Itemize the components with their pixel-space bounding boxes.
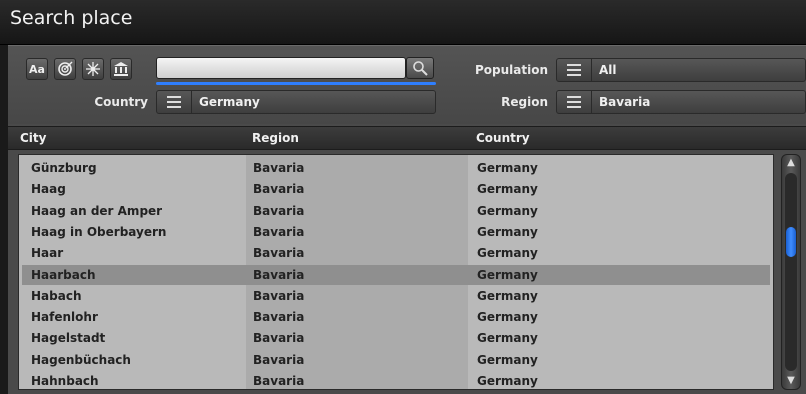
cell-city: Günzburg (31, 161, 97, 175)
cell-region: Bavaria (253, 310, 305, 325)
cell-region: Bavaria (253, 203, 305, 218)
region-label: Region (501, 95, 548, 109)
snowflake-icon[interactable] (82, 58, 104, 80)
filter-bar: Aa Country Germany Population All Region… (8, 46, 806, 124)
cell-region: Bavaria (253, 267, 305, 282)
cell-city: Hagelstadt (31, 331, 106, 346)
search-focus-indicator (156, 82, 436, 85)
cell-city: Haag (31, 182, 66, 197)
country-value: Germany (199, 95, 260, 109)
search-input[interactable] (156, 57, 406, 79)
cell-city: Hafenlohr (31, 310, 98, 325)
vertical-scrollbar[interactable]: ▲ ▼ (781, 154, 801, 390)
cell-city: Habach (31, 288, 82, 303)
cell-city: Hagenbüchach (31, 352, 131, 367)
cell-region: Bavaria (253, 246, 305, 261)
cell-country: Germany (477, 310, 538, 325)
population-label: Population (474, 63, 548, 77)
results-list[interactable]: Günzburg Bavaria Germany Haag Bavaria Germany… (18, 154, 774, 390)
museum-icon[interactable] (110, 58, 132, 80)
cell-region: Bavaria (253, 374, 305, 388)
scroll-track[interactable] (785, 173, 797, 371)
scroll-thumb[interactable] (786, 227, 796, 257)
population-value: All (599, 63, 617, 77)
region-select[interactable]: Bavaria (556, 90, 806, 114)
magnifier-icon (413, 61, 428, 76)
column-header-country[interactable]: Country (476, 131, 530, 145)
window-title: Search place (10, 7, 133, 29)
country-label: Country (94, 95, 148, 109)
scroll-down-icon[interactable]: ▼ (785, 375, 797, 387)
cell-city: Haar (31, 246, 64, 261)
list-item[interactable]: Haag Bavaria Germany (22, 179, 770, 199)
list-item[interactable]: Hagenbüchach Bavaria Germany (22, 350, 770, 370)
cell-city: Haag an der Amper (31, 203, 163, 218)
cell-country: Germany (477, 182, 538, 197)
list-item[interactable]: Haar Bavaria Germany (22, 243, 770, 263)
cell-region: Bavaria (253, 331, 305, 346)
cell-country: Germany (477, 224, 538, 239)
cell-country: Germany (477, 267, 538, 282)
list-icon (557, 59, 592, 81)
title-bar: Search place (0, 0, 806, 45)
list-item[interactable]: Hahnbach Bavaria Germany (22, 371, 770, 389)
cell-region: Bavaria (253, 224, 305, 239)
cell-region: Bavaria (253, 182, 305, 197)
cell-city: Haag in Oberbayern (31, 224, 167, 239)
cell-country: Germany (477, 161, 538, 175)
search-panel: Aa Country Germany Population All Region… (8, 45, 806, 394)
cell-region: Bavaria (253, 288, 305, 303)
cell-country: Germany (477, 288, 538, 303)
list-item[interactable]: Hafenlohr Bavaria Germany (22, 307, 770, 327)
cell-city: Haarbach (31, 267, 96, 282)
list-item[interactable]: Haag an der Amper Bavaria Germany (22, 201, 770, 221)
list-item[interactable]: Haarbach Bavaria Germany (22, 264, 770, 285)
list-item[interactable]: Hagelstadt Bavaria Germany (22, 328, 770, 348)
column-header-region[interactable]: Region (252, 131, 299, 145)
scroll-up-icon[interactable]: ▲ (785, 157, 797, 169)
list-item[interactable]: Habach Bavaria Germany (22, 286, 770, 306)
cell-country: Germany (477, 374, 538, 388)
column-header-city[interactable]: City (20, 131, 46, 145)
target-icon[interactable] (54, 58, 76, 80)
list-item[interactable]: Günzburg Bavaria Germany (22, 158, 770, 178)
region-value: Bavaria (599, 95, 651, 109)
search-button[interactable] (406, 57, 434, 79)
country-select[interactable]: Germany (156, 90, 436, 114)
list-header: City Region Country (8, 126, 806, 150)
cell-country: Germany (477, 246, 538, 261)
population-select[interactable]: All (556, 58, 806, 82)
list-item[interactable]: Haag in Oberbayern Bavaria Germany (22, 222, 770, 242)
cell-region: Bavaria (253, 352, 305, 367)
cell-city: Hahnbach (31, 374, 99, 388)
cell-country: Germany (477, 203, 538, 218)
list-icon (557, 91, 592, 113)
cell-region: Bavaria (253, 161, 305, 175)
cell-country: Germany (477, 331, 538, 346)
text-search-button[interactable]: Aa (26, 58, 48, 80)
cell-country: Germany (477, 352, 538, 367)
list-icon (157, 91, 192, 113)
